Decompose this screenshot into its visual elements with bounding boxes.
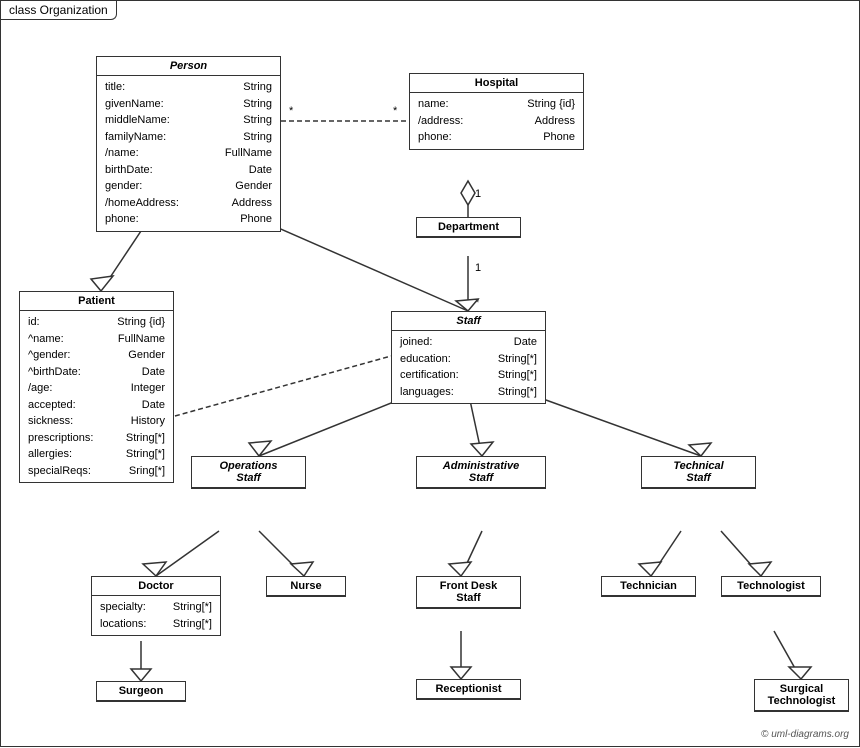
staff-attrs: joined:Date education:String[*] certific…	[392, 331, 545, 403]
surgeon-class: Surgeon	[96, 681, 186, 702]
receptionist-class: Receptionist	[416, 679, 521, 700]
svg-text:1: 1	[475, 262, 481, 274]
person-class: Person title:String givenName:String mid…	[96, 56, 281, 232]
doctor-class: Doctor specialty:String[*] locations:Str…	[91, 576, 221, 636]
person-title: Person	[97, 57, 280, 76]
technician-class: Technician	[601, 576, 696, 597]
hospital-class: Hospital name:String {id} /address:Addre…	[409, 73, 584, 150]
hospital-attrs: name:String {id} /address:Address phone:…	[410, 93, 583, 149]
technician-title: Technician	[602, 577, 695, 596]
nurse-class: Nurse	[266, 576, 346, 597]
surgical-technologist-class: Surgical Technologist	[754, 679, 849, 712]
front-desk-staff-class: Front Desk Staff	[416, 576, 521, 609]
svg-text:1: 1	[475, 188, 481, 200]
surgical-technologist-title: Surgical Technologist	[755, 680, 848, 711]
operations-staff-class: Operations Staff	[191, 456, 306, 489]
receptionist-title: Receptionist	[417, 680, 520, 699]
technologist-title: Technologist	[722, 577, 820, 596]
svg-text:*: *	[393, 105, 398, 117]
doctor-attrs: specialty:String[*] locations:String[*]	[92, 596, 220, 635]
operations-staff-title: Operations Staff	[192, 457, 305, 488]
svg-text:*: *	[289, 105, 294, 117]
doctor-title: Doctor	[92, 577, 220, 596]
copyright: © uml-diagrams.org	[761, 729, 849, 740]
diagram-container: class Organization * * 1 * 1 * * *	[0, 0, 860, 747]
technologist-class: Technologist	[721, 576, 821, 597]
patient-title: Patient	[20, 292, 173, 311]
nurse-title: Nurse	[267, 577, 345, 596]
svg-text:*: *	[475, 297, 480, 309]
department-class: Department	[416, 217, 521, 238]
department-title: Department	[417, 218, 520, 237]
technical-staff-title: Technical Staff	[642, 457, 755, 488]
surgeon-title: Surgeon	[97, 682, 185, 701]
administrative-staff-title: Administrative Staff	[417, 457, 545, 488]
front-desk-staff-title: Front Desk Staff	[417, 577, 520, 608]
hospital-title: Hospital	[410, 74, 583, 93]
patient-attrs: id:String {id} ^name:FullName ^gender:Ge…	[20, 311, 173, 482]
staff-class: Staff joined:Date education:String[*] ce…	[391, 311, 546, 404]
administrative-staff-class: Administrative Staff	[416, 456, 546, 489]
diagram-title: class Organization	[1, 1, 117, 20]
staff-title: Staff	[392, 312, 545, 331]
person-attrs: title:String givenName:String middleName…	[97, 76, 280, 231]
technical-staff-class: Technical Staff	[641, 456, 756, 489]
patient-class: Patient id:String {id} ^name:FullName ^g…	[19, 291, 174, 483]
